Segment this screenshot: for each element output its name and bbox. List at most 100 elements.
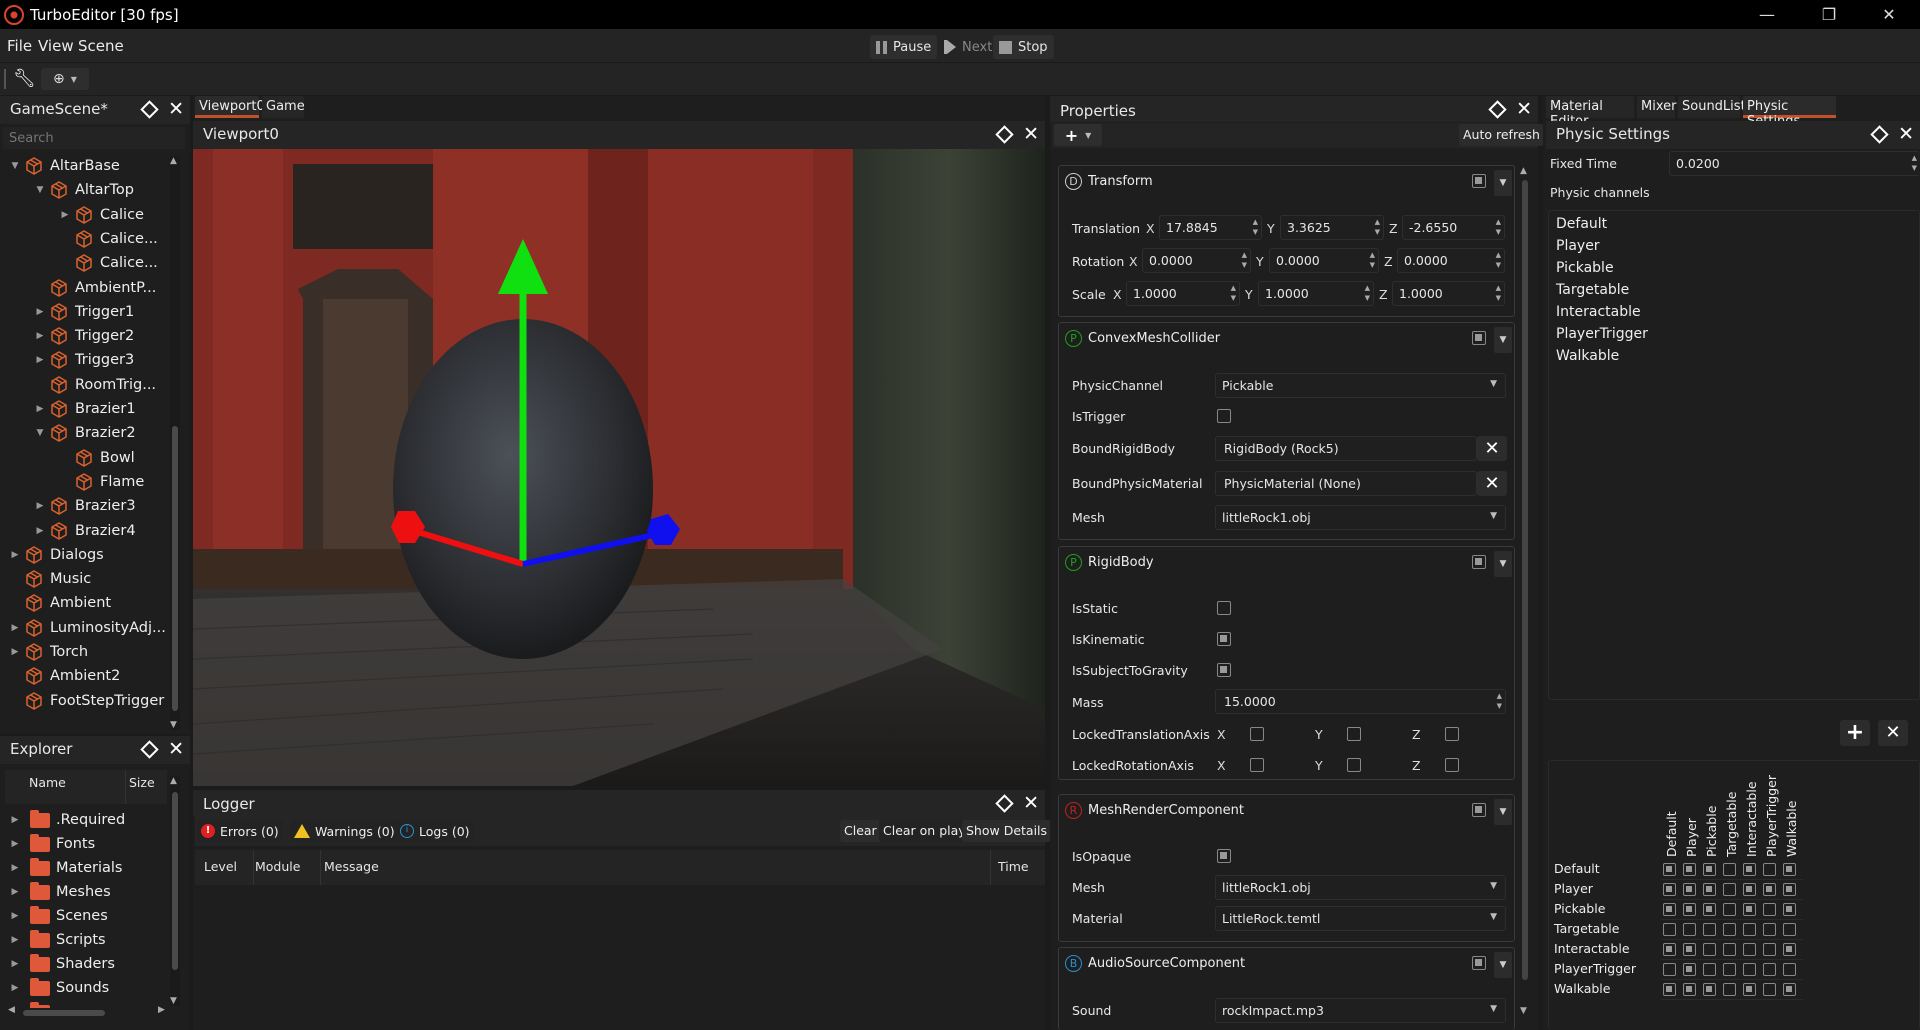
next-button[interactable]: Next <box>938 35 998 59</box>
warnings-filter[interactable]: Warnings (0) <box>290 820 399 842</box>
scene-tree-item[interactable]: Ambient2 <box>10 664 120 688</box>
collision-matrix-checkbox[interactable] <box>1703 863 1716 876</box>
explorer-folder-item[interactable]: ▶ .Required <box>10 808 125 832</box>
column-time[interactable]: Time <box>998 859 1029 874</box>
physic-channel-item[interactable]: Default <box>1556 216 1919 238</box>
collapse-toggle-icon[interactable]: ▶ <box>10 839 20 849</box>
dock-icon[interactable] <box>140 99 159 119</box>
add-component-dropdown[interactable]: + ▼ <box>1054 124 1102 146</box>
gravity-checkbox[interactable] <box>1217 663 1231 677</box>
component-enabled-checkbox[interactable] <box>1472 956 1486 970</box>
collision-matrix-checkbox[interactable] <box>1783 903 1796 916</box>
lock-translation-x-checkbox[interactable] <box>1250 727 1264 741</box>
scrollbar-thumb[interactable] <box>172 792 178 970</box>
scroll-down-icon[interactable]: ▼ <box>1520 1006 1527 1016</box>
clear-on-play-button[interactable]: Clear on play <box>879 820 970 842</box>
collision-matrix-checkbox[interactable] <box>1763 863 1776 876</box>
dock-icon[interactable] <box>140 739 159 759</box>
lock-translation-y-checkbox[interactable] <box>1347 727 1361 741</box>
collision-matrix-checkbox[interactable] <box>1763 983 1776 996</box>
rigid-body-header[interactable]: P RigidBody <box>1065 554 1154 571</box>
collision-matrix-checkbox[interactable] <box>1783 983 1796 996</box>
component-enabled-checkbox[interactable] <box>1472 555 1486 569</box>
tab-viewport0[interactable]: Viewport0 <box>195 96 265 118</box>
close-panel-icon[interactable]: ✕ <box>1516 100 1532 119</box>
mesh-render-header[interactable]: R MeshRenderComponent <box>1065 802 1244 819</box>
lock-rotation-z-checkbox[interactable] <box>1445 758 1459 772</box>
explorer-folder-item[interactable]: ▶ Fonts <box>10 832 95 856</box>
sound-select[interactable]: rockImpact.mp3 ▼ <box>1215 998 1506 1023</box>
collision-matrix-checkbox[interactable] <box>1723 863 1736 876</box>
scale-y-input[interactable]: 1.0000 ▲ ▼ <box>1258 281 1374 306</box>
collision-matrix-checkbox[interactable] <box>1663 923 1676 936</box>
scroll-up-icon[interactable]: ▲ <box>1520 166 1527 176</box>
collision-matrix-checkbox[interactable] <box>1743 903 1756 916</box>
clear-button[interactable]: Clear <box>840 820 881 842</box>
collision-matrix-checkbox[interactable] <box>1763 883 1776 896</box>
component-enabled-checkbox[interactable] <box>1472 803 1486 817</box>
scroll-down-icon[interactable]: ▼ <box>170 996 177 1006</box>
collapse-toggle-icon[interactable]: ▶ <box>10 983 20 993</box>
physic-channel-item[interactable]: PlayerTrigger <box>1556 326 1919 348</box>
is-kinematic-checkbox[interactable] <box>1217 632 1231 646</box>
collision-matrix-checkbox[interactable] <box>1663 943 1676 956</box>
physic-channel-select[interactable]: Pickable ▼ <box>1215 373 1506 398</box>
collision-matrix-checkbox[interactable] <box>1663 863 1676 876</box>
audio-source-header[interactable]: B AudioSourceComponent <box>1065 955 1245 972</box>
collision-matrix-checkbox[interactable] <box>1703 963 1716 976</box>
collision-matrix-checkbox[interactable] <box>1663 963 1676 976</box>
collision-matrix-checkbox[interactable] <box>1763 963 1776 976</box>
auto-refresh-button[interactable]: Auto refresh <box>1459 124 1544 146</box>
toolbar-grip[interactable] <box>4 69 6 89</box>
column-level[interactable]: Level <box>204 859 237 874</box>
logs-filter[interactable]: i Logs (0) <box>396 820 474 842</box>
collision-matrix-checkbox[interactable] <box>1723 983 1736 996</box>
collision-matrix-checkbox[interactable] <box>1703 943 1716 956</box>
collision-matrix-checkbox[interactable] <box>1683 923 1696 936</box>
close-panel-icon[interactable]: ✕ <box>1898 125 1914 144</box>
component-menu-dropdown[interactable]: ▼ <box>1494 327 1512 353</box>
errors-filter[interactable]: ! Errors (0) <box>197 820 283 842</box>
collapse-toggle-icon[interactable]: ▶ <box>35 404 45 414</box>
scene-tree-item[interactable]: Calice... <box>60 227 158 251</box>
scene-tree-item[interactable]: ▼ AltarTop <box>35 178 134 202</box>
component-enabled-checkbox[interactable] <box>1472 174 1486 188</box>
scene-tree-item[interactable]: Ambient <box>10 591 111 615</box>
collapse-toggle-icon[interactable]: ▶ <box>35 526 45 536</box>
bound-physic-material-field[interactable]: PhysicMaterial (None) <box>1215 471 1477 496</box>
collision-matrix-checkbox[interactable] <box>1763 943 1776 956</box>
tab-game[interactable]: Game <box>262 96 305 118</box>
properties-scrollbar[interactable]: ▲ ▼ <box>1520 166 1530 1016</box>
tab-mixer[interactable]: Mixer <box>1637 96 1676 118</box>
show-details-button[interactable]: Show Details <box>962 820 1052 842</box>
scroll-left-icon[interactable]: ◀ <box>8 1005 15 1015</box>
tab-soundlist[interactable]: SoundList <box>1678 96 1746 118</box>
render-mesh-select[interactable]: littleRock1.obj ▼ <box>1215 875 1506 900</box>
collapse-toggle-icon[interactable]: ▶ <box>35 307 45 317</box>
dock-icon[interactable] <box>995 124 1014 144</box>
collision-matrix-checkbox[interactable] <box>1743 983 1756 996</box>
maximize-button[interactable]: ❐ <box>1806 0 1852 29</box>
close-window-button[interactable]: ✕ <box>1866 0 1912 29</box>
scene-tree-item[interactable]: AmbientP... <box>35 276 156 300</box>
close-panel-icon[interactable]: ✕ <box>168 100 184 119</box>
explorer-vscrollbar[interactable]: ▲ ▼ <box>170 776 180 1006</box>
lock-rotation-y-checkbox[interactable] <box>1347 758 1361 772</box>
is-opaque-checkbox[interactable] <box>1217 849 1231 863</box>
physic-channel-item[interactable]: Walkable <box>1556 348 1919 370</box>
explorer-folder-item[interactable]: ▶ Sounds <box>10 976 109 1000</box>
column-message[interactable]: Message <box>324 859 379 874</box>
fixed-time-input[interactable]: 0.0200 ▲ ▼ <box>1669 151 1920 176</box>
stop-button[interactable]: Stop <box>993 35 1054 59</box>
lock-translation-z-checkbox[interactable] <box>1445 727 1459 741</box>
component-menu-dropdown[interactable]: ▼ <box>1494 551 1512 577</box>
clear-rigid-body-button[interactable]: ✕ <box>1477 436 1507 461</box>
scene-tree-item[interactable]: FootStepTrigger <box>10 689 164 713</box>
collapse-toggle-icon[interactable]: ▶ <box>35 331 45 341</box>
dock-icon[interactable] <box>995 793 1014 813</box>
collision-matrix-checkbox[interactable] <box>1763 923 1776 936</box>
scale-x-input[interactable]: 1.0000 ▲ ▼ <box>1126 281 1240 306</box>
pause-button[interactable]: Pause <box>870 35 938 59</box>
scene-tree-item[interactable]: ▶ Trigger1 <box>35 300 134 324</box>
collapse-toggle-icon[interactable]: ▶ <box>10 935 20 945</box>
